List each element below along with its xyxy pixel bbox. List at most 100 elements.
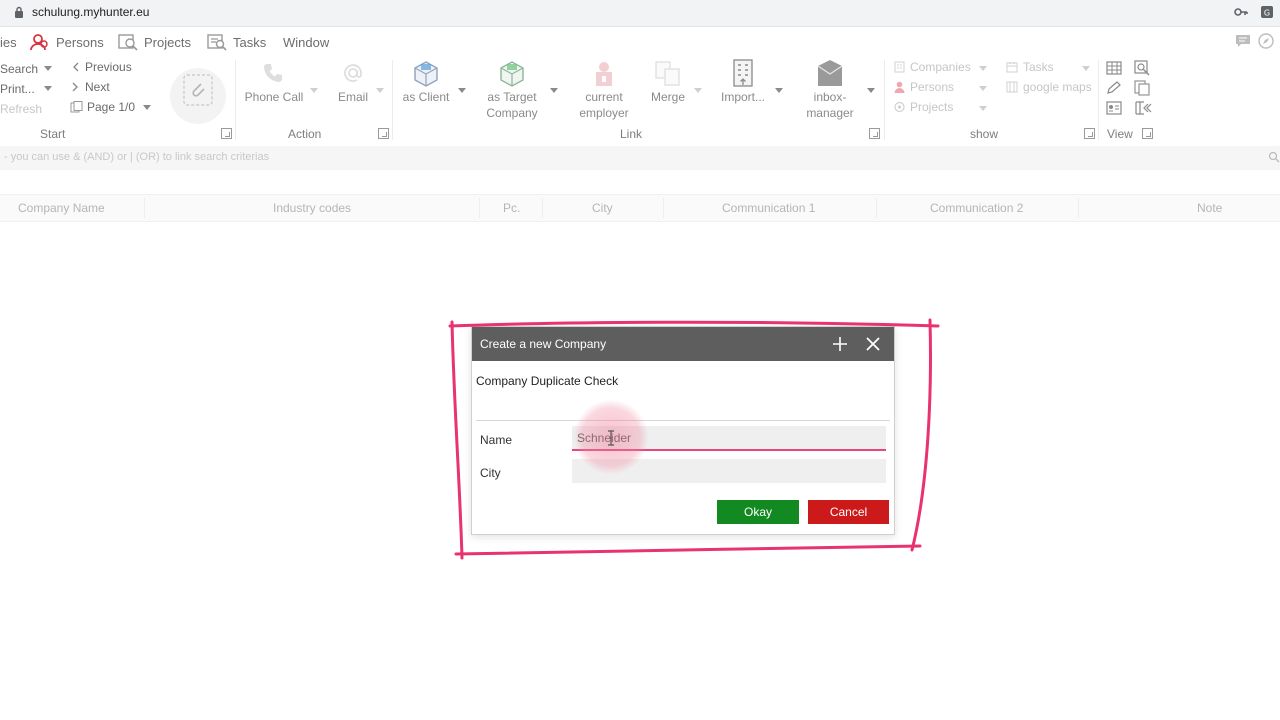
project-search-icon xyxy=(118,34,138,51)
search-button[interactable]: Search xyxy=(0,60,38,78)
column-header-communication-2[interactable]: Communication 2 xyxy=(930,201,1023,215)
chevron-right-icon xyxy=(72,82,78,92)
menu-item-persons[interactable]: Persons xyxy=(30,28,104,56)
dialog-title-bar[interactable]: Create a new Company xyxy=(472,327,894,361)
key-icon[interactable] xyxy=(1234,5,1248,19)
dialog-title: Create a new Company xyxy=(480,337,607,351)
plus-icon[interactable] xyxy=(832,336,848,352)
ribbon-separator xyxy=(235,60,236,140)
pencil-icon[interactable] xyxy=(1106,81,1122,95)
print-button[interactable]: Print... xyxy=(0,80,35,98)
employer-icon xyxy=(596,62,612,86)
link-as-target-company-button[interactable]: as Target Company xyxy=(480,58,544,122)
phone-call-button[interactable]: Phone Call xyxy=(242,60,306,108)
menu-bar: ies Persons Projects Tasks Window xyxy=(0,28,1280,56)
okay-button[interactable]: Okay xyxy=(717,500,799,524)
table-view-icon[interactable] xyxy=(1106,61,1122,75)
menu-item-window[interactable]: Window xyxy=(283,28,329,56)
print-dropdown-caret[interactable] xyxy=(44,86,52,91)
text-cursor-icon xyxy=(608,430,614,446)
merge-button[interactable]: Merge xyxy=(646,60,690,108)
projects-dropdown-caret[interactable] xyxy=(979,106,987,111)
person-icon xyxy=(30,34,48,51)
task-search-icon xyxy=(207,34,227,51)
search-icon[interactable] xyxy=(1268,151,1280,163)
menu-item-tasks[interactable]: Tasks xyxy=(207,28,266,56)
as-target-dropdown-caret[interactable] xyxy=(550,88,558,93)
browser-address-bar: schulung.myhunter.eu G xyxy=(0,0,1280,27)
start-group-launcher[interactable] xyxy=(221,128,232,139)
close-icon[interactable] xyxy=(865,336,881,352)
ribbon-separator xyxy=(884,60,885,140)
column-divider[interactable] xyxy=(663,198,664,218)
page-selector[interactable]: Page 1/0 xyxy=(70,100,152,114)
link-group-launcher[interactable] xyxy=(869,128,880,139)
merge-dropdown-caret[interactable] xyxy=(694,88,702,93)
show-companies-toggle[interactable]: Companies xyxy=(894,60,971,74)
column-header-industry-codes[interactable]: Industry codes xyxy=(273,201,351,215)
compass-icon[interactable] xyxy=(1258,33,1274,49)
show-persons-toggle[interactable]: Persons xyxy=(894,80,954,94)
column-header-city[interactable]: City xyxy=(592,201,613,215)
column-header-communication-1[interactable]: Communication 1 xyxy=(722,201,815,215)
menu-item-projects[interactable]: Projects xyxy=(118,28,191,56)
tasks-dropdown-caret[interactable] xyxy=(1082,66,1090,71)
inbox-manager-dropdown-caret[interactable] xyxy=(867,88,875,93)
menu-item-companies[interactable]: ies xyxy=(0,28,17,56)
cancel-button[interactable]: Cancel xyxy=(808,500,889,524)
phone-icon xyxy=(264,64,282,82)
project-icon xyxy=(894,101,905,113)
search-criteria-bar[interactable]: - you can use & (AND) or | (OR) to link … xyxy=(0,146,1280,170)
view-group-launcher[interactable] xyxy=(1142,128,1153,139)
column-divider[interactable] xyxy=(542,198,543,218)
companies-dropdown-caret[interactable] xyxy=(979,66,987,71)
show-google-maps-toggle[interactable]: google maps xyxy=(1006,80,1092,94)
action-group-launcher[interactable] xyxy=(378,128,389,139)
chat-icon[interactable] xyxy=(1235,34,1251,48)
translate-icon[interactable]: G xyxy=(1260,5,1274,19)
ribbon-separator xyxy=(392,60,393,140)
menu-item-label: Window xyxy=(283,34,330,50)
column-header-company-name[interactable]: Company Name xyxy=(18,201,105,215)
building-import-icon xyxy=(733,59,753,87)
column-divider[interactable] xyxy=(1078,198,1079,218)
next-button[interactable]: Next xyxy=(72,80,110,94)
attach-button[interactable] xyxy=(170,68,226,124)
page-dropdown-caret[interactable] xyxy=(143,104,152,110)
column-header-note[interactable]: Note xyxy=(1197,201,1222,215)
column-divider[interactable] xyxy=(479,198,480,218)
collapse-columns-icon[interactable] xyxy=(1134,100,1152,116)
card-view-icon[interactable] xyxy=(1106,101,1122,115)
refresh-button[interactable]: Refresh xyxy=(0,100,42,118)
show-projects-toggle[interactable]: Projects xyxy=(894,100,953,114)
create-company-dialog: Create a new Company Company Duplicate C… xyxy=(471,326,895,535)
city-input[interactable] xyxy=(572,459,886,483)
name-input[interactable] xyxy=(572,426,886,451)
svg-text:G: G xyxy=(1264,9,1270,18)
show-group-launcher[interactable] xyxy=(1084,128,1095,139)
zoom-view-icon[interactable] xyxy=(1134,60,1150,76)
search-dropdown-caret[interactable] xyxy=(44,66,52,71)
phone-call-dropdown-caret[interactable] xyxy=(310,88,318,93)
show-tasks-toggle[interactable]: Tasks xyxy=(1006,60,1054,74)
email-dropdown-caret[interactable] xyxy=(376,88,384,93)
link-current-employer-button[interactable]: current employer xyxy=(574,60,634,122)
as-client-dropdown-caret[interactable] xyxy=(458,88,466,93)
inbox-manager-button[interactable]: inbox- manager xyxy=(800,58,860,122)
import-button[interactable]: Import... xyxy=(716,58,770,108)
menu-item-label: Persons xyxy=(56,34,104,50)
calendar-icon xyxy=(1006,62,1018,73)
person-icon xyxy=(894,81,905,93)
column-divider[interactable] xyxy=(876,198,877,218)
previous-button[interactable]: Previous xyxy=(72,60,132,74)
persons-dropdown-caret[interactable] xyxy=(979,86,987,91)
link-as-client-button[interactable]: as Client xyxy=(398,58,454,108)
email-button[interactable]: Email xyxy=(330,60,376,108)
column-divider[interactable] xyxy=(144,198,145,218)
column-header-pc[interactable]: Pc. xyxy=(503,201,520,215)
ribbon-separator xyxy=(1098,60,1099,140)
url-text[interactable]: schulung.myhunter.eu xyxy=(32,5,149,19)
import-dropdown-caret[interactable] xyxy=(775,88,783,93)
group-label-action: Action xyxy=(288,127,322,141)
copy-view-icon[interactable] xyxy=(1134,80,1150,96)
